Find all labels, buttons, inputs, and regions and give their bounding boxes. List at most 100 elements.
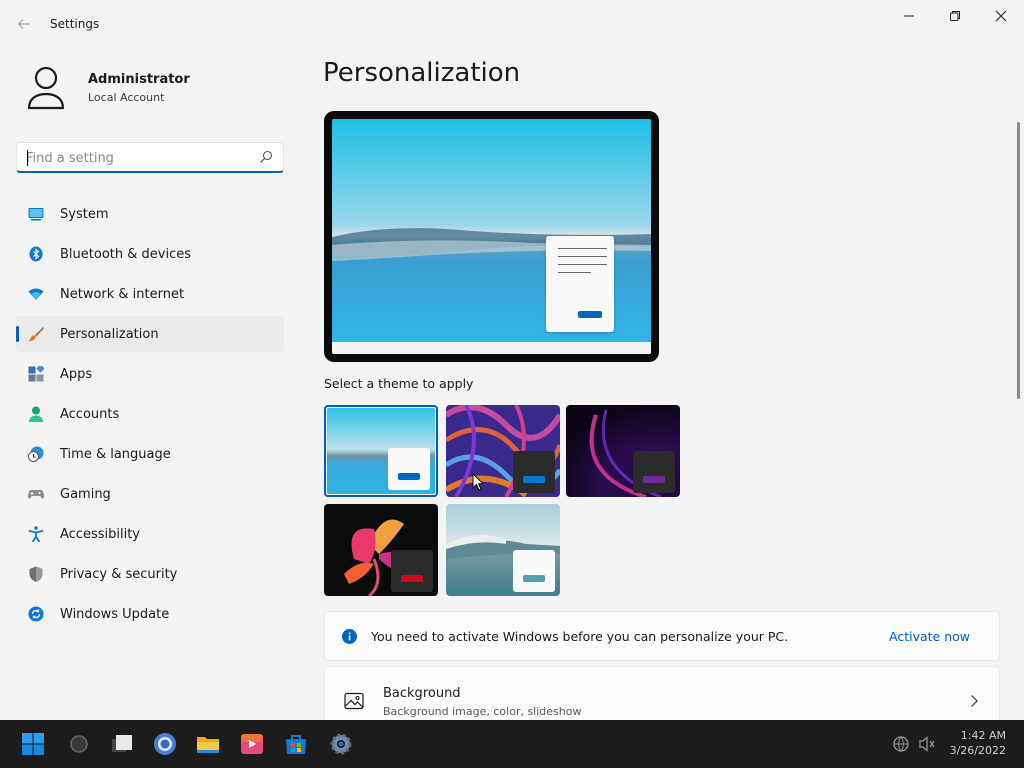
theme-accent-swatch: [643, 476, 665, 483]
preview-desktop: [332, 119, 651, 354]
apps-icon: [28, 366, 44, 382]
sidebar-item-personalization[interactable]: Personalization: [16, 316, 284, 352]
sidebar-item-gaming[interactable]: Gaming: [16, 476, 284, 512]
title-bar: Settings: [0, 0, 1024, 48]
theme-mini-window: [388, 448, 430, 490]
chevron-right-icon: [971, 695, 978, 707]
account-type: Local Account: [88, 91, 165, 104]
image-icon: [344, 692, 364, 710]
clock-time: 1:42 AM: [960, 729, 1006, 742]
restore-button[interactable]: [932, 0, 978, 32]
search-icon[interactable]: [67, 732, 91, 756]
theme-preview: [324, 111, 659, 362]
theme-mini-window: [391, 550, 433, 592]
store-icon[interactable]: [284, 732, 308, 756]
network-tray-icon[interactable]: [892, 735, 910, 753]
chrome-icon[interactable]: [153, 732, 177, 756]
minimize-button[interactable]: [886, 0, 932, 32]
search-input[interactable]: [26, 148, 246, 168]
taskbar-clock[interactable]: 1:42 AM 3/26/2022: [950, 728, 1006, 758]
sidebar-item-label: Gaming: [60, 486, 111, 502]
file-explorer-icon[interactable]: [196, 732, 220, 756]
preview-button: [578, 311, 602, 318]
theme-windows-light[interactable]: [324, 405, 438, 497]
sidebar-item-system[interactable]: System: [16, 196, 284, 232]
activation-message: You need to activate Windows before you …: [371, 629, 789, 644]
taskbar: 1:42 AM 3/26/2022: [0, 720, 1024, 768]
clock-date: 3/26/2022: [949, 744, 1006, 757]
avatar[interactable]: [24, 64, 68, 112]
background-title: Background: [383, 686, 461, 701]
theme-mini-window: [513, 451, 555, 493]
back-button[interactable]: [12, 12, 36, 36]
activation-banner: You need to activate Windows before you …: [324, 611, 1000, 661]
sidebar-item-label: Network & internet: [60, 286, 185, 302]
settings-icon[interactable]: [329, 732, 353, 756]
system-icon: [28, 208, 44, 221]
sidebar-item-label: Accessibility: [60, 526, 140, 542]
media-player-icon[interactable]: [240, 732, 264, 756]
gamepad-icon: [28, 490, 44, 499]
search-box[interactable]: [16, 142, 284, 173]
theme-accent-swatch: [523, 575, 545, 582]
sidebar-item-label: Privacy & security: [60, 566, 178, 582]
sidebar-item-time-language[interactable]: Time & language: [16, 436, 284, 472]
theme-accent-swatch: [401, 575, 423, 582]
restore-icon: [950, 11, 960, 21]
start-icon[interactable]: [21, 732, 45, 756]
minimize-icon: [904, 15, 914, 17]
sidebar-item-label: Apps: [60, 366, 93, 382]
page-title: Personalization: [323, 58, 521, 88]
clock-globe-icon: [28, 446, 44, 462]
theme-accent-swatch: [398, 473, 420, 480]
preview-line: [558, 272, 591, 273]
theme-section-label: Select a theme to apply: [324, 376, 474, 391]
close-icon: [995, 10, 1007, 22]
mouse-cursor-icon: [472, 473, 484, 491]
background-subtitle: Background image, color, slideshow: [383, 705, 582, 718]
scrollbar[interactable]: [1017, 122, 1020, 399]
info-icon: [342, 629, 357, 644]
activate-now-link[interactable]: Activate now: [889, 629, 970, 644]
volume-tray-icon[interactable]: [918, 735, 936, 753]
sidebar-item-bluetooth[interactable]: Bluetooth & devices: [16, 236, 284, 272]
theme-mini-window: [513, 550, 555, 592]
sidebar-item-label: Time & language: [60, 446, 171, 462]
app-title: Settings: [50, 17, 100, 31]
theme-flow[interactable]: [446, 504, 560, 596]
theme-accent-swatch: [523, 476, 545, 483]
close-button[interactable]: [978, 0, 1024, 32]
preview-taskbar: [332, 342, 651, 354]
sidebar-item-label: System: [60, 206, 109, 222]
sidebar-item-network[interactable]: Network & internet: [16, 276, 284, 312]
update-icon: [28, 606, 44, 622]
sidebar-item-windows-update[interactable]: Windows Update: [16, 596, 284, 632]
task-view-icon[interactable]: [110, 732, 134, 756]
shield-icon: [29, 566, 43, 582]
search-icon[interactable]: [259, 150, 273, 164]
text-caret: [27, 150, 28, 166]
theme-glow[interactable]: [446, 405, 560, 497]
sidebar-item-accessibility[interactable]: Accessibility: [16, 516, 284, 552]
sidebar-item-apps[interactable]: Apps: [16, 356, 284, 392]
wifi-icon: [28, 288, 44, 300]
preview-line: [558, 264, 607, 265]
user-name: Administrator: [88, 72, 190, 87]
bluetooth-icon: [29, 246, 43, 262]
sidebar-item-label: Accounts: [60, 406, 120, 422]
back-arrow-icon: [17, 19, 30, 29]
accessibility-icon: [28, 526, 44, 542]
preview-line: [558, 256, 607, 257]
brush-icon: [28, 327, 44, 342]
sidebar-item-label: Personalization: [60, 326, 159, 342]
theme-windows-dark[interactable]: [566, 405, 680, 497]
theme-grid: [324, 405, 684, 597]
sidebar-item-privacy[interactable]: Privacy & security: [16, 556, 284, 592]
theme-captured-motion[interactable]: [324, 504, 438, 596]
person-icon: [29, 406, 43, 422]
sidebar-item-label: Windows Update: [60, 606, 170, 622]
preview-line: [558, 248, 607, 249]
preview-window: [546, 236, 614, 332]
sidebar-item-accounts[interactable]: Accounts: [16, 396, 284, 432]
sidebar-item-label: Bluetooth & devices: [60, 246, 191, 262]
